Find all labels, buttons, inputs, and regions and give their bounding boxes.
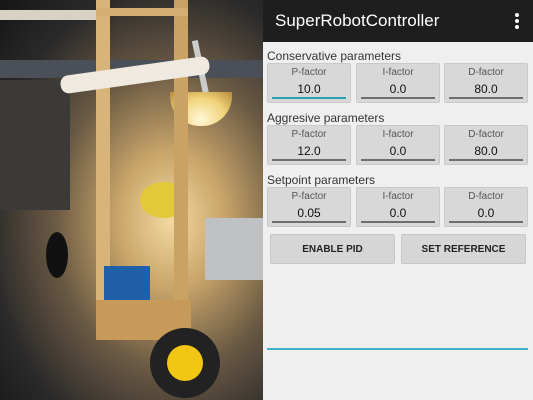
field-label: P-factor [291, 67, 327, 78]
aggressive-i-factor-field[interactable]: I-factor 0.0 [356, 125, 440, 165]
field-value: 10.0 [297, 82, 321, 96]
photo-robot-frame-right [174, 0, 188, 310]
overflow-menu-icon[interactable] [515, 13, 519, 29]
aggressive-d-factor-field[interactable]: D-factor 80.0 [444, 125, 528, 165]
set-reference-button[interactable]: SET REFERENCE [401, 234, 526, 264]
photo-arduino-board [104, 266, 150, 302]
photo-tray [0, 80, 70, 210]
field-value: 0.0 [389, 82, 407, 96]
field-label: D-factor [468, 129, 504, 140]
field-value: 12.0 [297, 144, 321, 158]
field-underline [361, 159, 435, 161]
photo-robot-crossbar [96, 8, 188, 16]
field-underline [361, 97, 435, 99]
field-label: I-factor [382, 191, 414, 202]
section-title-conservative: Conservative parameters [267, 49, 402, 63]
photo-wheel-hub [167, 345, 203, 381]
photo-laptop [205, 218, 263, 280]
robot-photo [0, 0, 263, 400]
enable-pid-button[interactable]: ENABLE PID [270, 234, 395, 264]
field-underline [361, 221, 435, 223]
field-underline [272, 221, 346, 223]
conservative-p-factor-field[interactable]: P-factor 10.0 [267, 63, 351, 103]
conservative-d-factor-field[interactable]: D-factor 80.0 [444, 63, 528, 103]
field-value: 0.0 [389, 206, 407, 220]
field-underline [272, 97, 346, 99]
photo-wheel-left [46, 232, 68, 278]
field-label: D-factor [468, 67, 504, 78]
field-label: P-factor [291, 191, 327, 202]
field-value: 0.0 [477, 206, 495, 220]
field-label: D-factor [468, 191, 504, 202]
section-title-aggressive: Aggresive parameters [267, 111, 385, 125]
field-value: 80.0 [474, 82, 498, 96]
field-underline [449, 97, 523, 99]
field-value: 0.05 [297, 206, 321, 220]
field-label: P-factor [291, 129, 327, 140]
field-underline [449, 159, 523, 161]
action-bar: SuperRobotController [263, 0, 533, 42]
field-underline [449, 221, 523, 223]
field-value: 0.0 [389, 144, 407, 158]
photo-shelf-top [0, 10, 100, 20]
conservative-i-factor-field[interactable]: I-factor 0.0 [356, 63, 440, 103]
section-title-setpoint: Setpoint parameters [267, 173, 376, 187]
aggressive-p-factor-field[interactable]: P-factor 12.0 [267, 125, 351, 165]
setpoint-i-factor-field[interactable]: I-factor 0.0 [356, 187, 440, 227]
app-title: SuperRobotController [275, 11, 440, 30]
app-panel: SuperRobotController Conservative parame… [263, 0, 533, 400]
reference-input[interactable] [267, 348, 528, 350]
setpoint-p-factor-field[interactable]: P-factor 0.05 [267, 187, 351, 227]
field-label: I-factor [382, 129, 414, 140]
field-value: 80.0 [474, 144, 498, 158]
setpoint-d-factor-field[interactable]: D-factor 0.0 [444, 187, 528, 227]
field-underline [272, 159, 346, 161]
field-label: I-factor [382, 67, 414, 78]
